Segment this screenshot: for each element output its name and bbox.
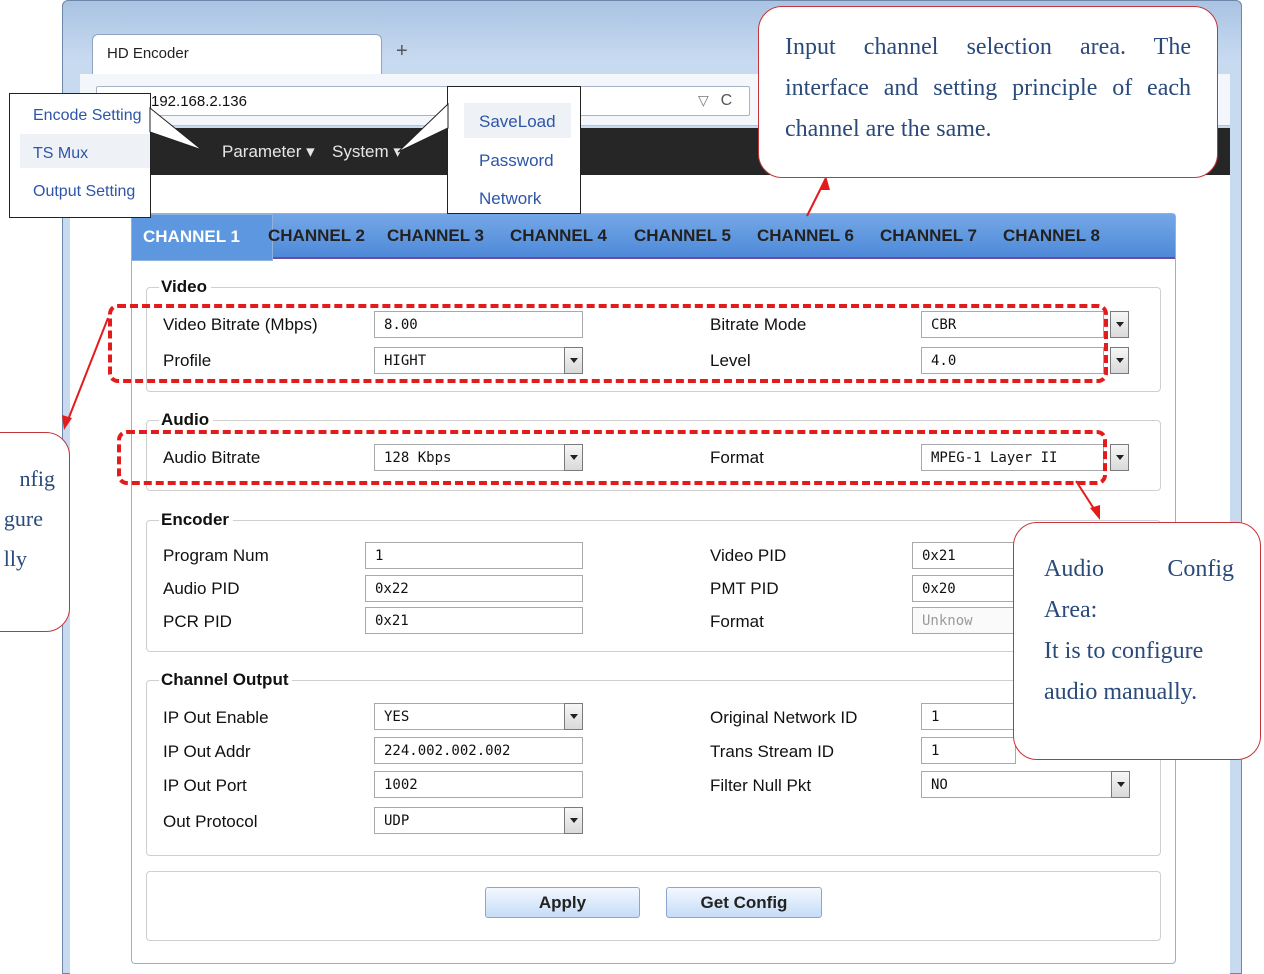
audio-config-line-4: audio manually. xyxy=(1044,679,1198,705)
arrowhead-icon xyxy=(1090,505,1100,520)
audio-config-callout: Audio Config Area: It is to configure au… xyxy=(1013,522,1261,760)
audio-config-line-2: Area: xyxy=(1044,597,1098,623)
audio-config-line-1: Audio Config xyxy=(1044,549,1234,590)
callout-fragment: lly xyxy=(3,546,27,571)
callout-fragment: gure xyxy=(3,506,43,531)
video-config-callout: nfig gure lly xyxy=(0,432,70,632)
arrowhead-icon xyxy=(62,415,72,430)
audio-config-line-3: It is to configure xyxy=(1044,638,1204,664)
callout-word: Audio xyxy=(1044,556,1104,582)
video-callout-arrow xyxy=(65,317,109,426)
system-menu-pointer xyxy=(397,102,449,153)
channel-selection-callout: Input channel selection area. The interf… xyxy=(758,6,1218,178)
parameter-menu-pointer xyxy=(149,106,203,151)
callout-word: Config xyxy=(1167,556,1234,582)
callout-fragment: nfig xyxy=(19,466,55,491)
